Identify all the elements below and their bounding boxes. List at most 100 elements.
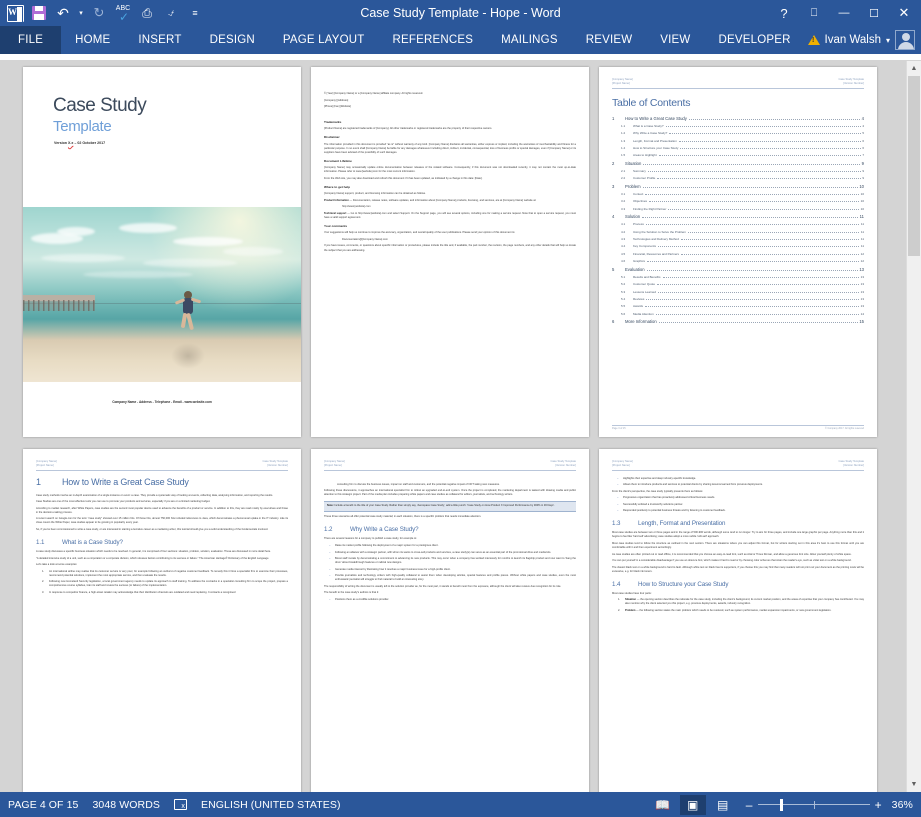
page-legal[interactable]: © [Year] [Company Name] or a [Company Na…	[311, 67, 589, 437]
zoom-out-button[interactable]: –	[746, 798, 753, 812]
toc-entry[interactable]: 5.1 Results and Benefits 13	[612, 275, 864, 279]
page-cover[interactable]: Case Study Template Version X.x – 02 Oct…	[23, 67, 301, 437]
zoom-slider-track[interactable]	[757, 798, 870, 811]
cover-footer: Company Name - Address - Telephone - Ema…	[112, 400, 212, 404]
toc-entry[interactable]: 4.4 Key Components 11	[612, 244, 864, 248]
toc-entry[interactable]: 1.3 Length, Format and Presentation 6	[612, 139, 864, 143]
status-word-count[interactable]: 3048 WORDS	[92, 799, 160, 811]
toc-entry[interactable]: 2.2 Customer Profile 9	[612, 176, 864, 180]
help-button[interactable]: ?	[769, 0, 799, 26]
redo-icon[interactable]: ↻	[88, 2, 110, 24]
toc-entry[interactable]: 5.4 Reviews 13	[612, 297, 864, 301]
body-paragraph: Following these discussions, it approach…	[324, 489, 576, 497]
tab-developer[interactable]: DEVELOPER	[704, 26, 804, 54]
zoom-slider-thumb[interactable]	[779, 798, 784, 811]
proofing-errors-icon[interactable]	[173, 799, 187, 810]
header-version: [Version Number]	[555, 464, 576, 468]
toc-entry[interactable]: 2 Situation 9	[612, 161, 864, 166]
account-dropdown-icon[interactable]: ▾	[886, 36, 890, 45]
toc-entry[interactable]: 3.3 Finding the Right Partner 10	[612, 207, 864, 211]
minimize-button[interactable]: —	[829, 0, 859, 26]
legal-heading-trademarks: Trademarks	[324, 119, 342, 124]
toc-entry[interactable]: 3.2 Objectives 10	[612, 199, 864, 203]
tab-view[interactable]: VIEW	[646, 26, 704, 54]
read-mode-view-button[interactable]: 📖	[650, 795, 676, 815]
print-preview-icon[interactable]: ⎙	[136, 2, 158, 24]
toc-entry[interactable]: 1.5 Areas to Highlight 7	[612, 153, 864, 157]
body-paragraph: According to market research, after Whit…	[36, 506, 288, 514]
toc-entry[interactable]: 3.1 Context 10	[612, 192, 864, 196]
legal-text-comments-1: Your suggestions will help us continue t…	[324, 231, 516, 235]
tab-home[interactable]: HOME	[61, 26, 124, 54]
toc-entry[interactable]: 4 Solution 11	[612, 214, 864, 219]
close-button[interactable]: ✕	[889, 0, 919, 26]
vertical-scrollbar[interactable]: ▲ ▼	[906, 61, 921, 792]
toc-entry[interactable]: 1.1 What is a Case Study? 4	[612, 124, 864, 128]
toc-entry[interactable]: 5.5 Awards 13	[612, 304, 864, 308]
tab-insert[interactable]: INSERT	[124, 26, 195, 54]
toc-entry[interactable]: 5.2 Customer Quote 13	[612, 282, 864, 286]
scroll-up-arrow-icon[interactable]: ▲	[907, 61, 921, 76]
tab-page-layout[interactable]: PAGE LAYOUT	[269, 26, 379, 54]
document-canvas[interactable]: Case Study Template Version X.x – 02 Oct…	[0, 61, 921, 792]
toc-entry[interactable]: 4.6 Graphics 12	[612, 259, 864, 263]
customize-qat-icon[interactable]: ≡	[184, 2, 206, 24]
toc-entry[interactable]: 1 How to Write a Great Case Study 4	[612, 116, 864, 121]
toc-entry[interactable]: 3 Problem 10	[612, 184, 864, 189]
toc-entry-page: 11	[860, 229, 864, 234]
toc-entry[interactable]: 4.5 Financial, Resources and Partners 12	[612, 252, 864, 256]
read-aloud-icon[interactable]: ⍻	[160, 2, 182, 24]
undo-dropdown-icon[interactable]: ▾	[76, 2, 86, 24]
toc-entry-number: 4.1	[621, 222, 626, 227]
page-6[interactable]: [Company Name] [Project Name] Case Study…	[599, 449, 877, 792]
zoom-level-label[interactable]: 36%	[892, 799, 913, 811]
tab-design[interactable]: DESIGN	[196, 26, 269, 54]
tab-mailings[interactable]: MAILINGS	[487, 26, 572, 54]
account-name[interactable]: Ivan Walsh	[825, 34, 881, 46]
header-project-name: [Project Name]	[612, 464, 630, 468]
toc-entry-label: Technologies and Delivery Method	[633, 237, 679, 242]
toc-entry-label: Reviews	[633, 296, 645, 301]
toc-entry[interactable]: 5.3 Lessons Learned 13	[612, 290, 864, 294]
toc-entry[interactable]: 2.1 Summary 9	[612, 169, 864, 173]
toc-leader-dots	[680, 239, 860, 241]
tab-references[interactable]: REFERENCES	[379, 26, 488, 54]
toc-entry[interactable]: 6 More Information 15	[612, 319, 864, 324]
scroll-down-arrow-icon[interactable]: ▼	[907, 777, 921, 792]
toc-entry[interactable]: 4.2 Using the Solution to Solve the Probl…	[612, 230, 864, 234]
tab-review[interactable]: REVIEW	[572, 26, 647, 54]
web-layout-view-button[interactable]: ▤	[710, 795, 736, 815]
undo-icon[interactable]: ↶	[52, 2, 74, 24]
page-toc[interactable]: [Company Name] [Project Name] Case Study…	[599, 67, 877, 437]
scrollbar-thumb[interactable]	[908, 76, 920, 256]
toc-entry[interactable]: 1.4 How to Structure your Case Study 6	[612, 146, 864, 150]
spelling-check-icon[interactable]: ABC ✓	[112, 2, 134, 24]
page-5[interactable]: [Company Name] [Project Name] Case Study…	[311, 449, 589, 792]
toc-entry[interactable]: 4.3 Technologies and Delivery Method 11	[612, 237, 864, 241]
list-item: Following an alliance with a strategic p…	[324, 551, 576, 555]
ribbon-display-options-button[interactable]: ⎕	[799, 0, 829, 26]
legal-link-product-info[interactable]: http://www.[website].com	[324, 205, 576, 209]
status-page-indicator[interactable]: PAGE 4 OF 15	[8, 799, 78, 811]
zoom-slider[interactable]: – +	[746, 798, 882, 812]
toc-entry[interactable]: 1.2 Why Write a Case Study? 5	[612, 131, 864, 135]
zoom-in-button[interactable]: +	[875, 798, 882, 812]
toc-entry[interactable]: 4.1 Process 11	[612, 222, 864, 226]
toc-entry-number: 5.6	[621, 311, 626, 316]
status-language[interactable]: ENGLISH (UNITED STATES)	[201, 799, 341, 811]
toc-entry[interactable]: 5 Evaluation 13	[612, 267, 864, 272]
toc-entry-page: 6	[862, 138, 864, 143]
toc-entry-number: 4	[612, 214, 615, 220]
toc-entry[interactable]: 5.6 Media Attention 14	[612, 312, 864, 316]
tab-file[interactable]: FILE	[0, 26, 62, 54]
page-4[interactable]: [Company Name] [Project Name] Case Study…	[23, 449, 301, 792]
toc-entry-number: 4.6	[621, 259, 626, 264]
restore-button[interactable]: ☐	[859, 0, 889, 26]
print-layout-view-button[interactable]: ▣	[679, 794, 706, 815]
body-quote: "A detailed intensive study of a unit, s…	[36, 556, 269, 560]
account-area[interactable]: Ivan Walsh ▾	[807, 26, 921, 54]
save-icon[interactable]	[28, 2, 50, 24]
legal-heading-lifetime: Document Lifetime	[324, 158, 352, 163]
toc-leader-dots	[655, 313, 860, 315]
avatar[interactable]	[895, 30, 915, 50]
